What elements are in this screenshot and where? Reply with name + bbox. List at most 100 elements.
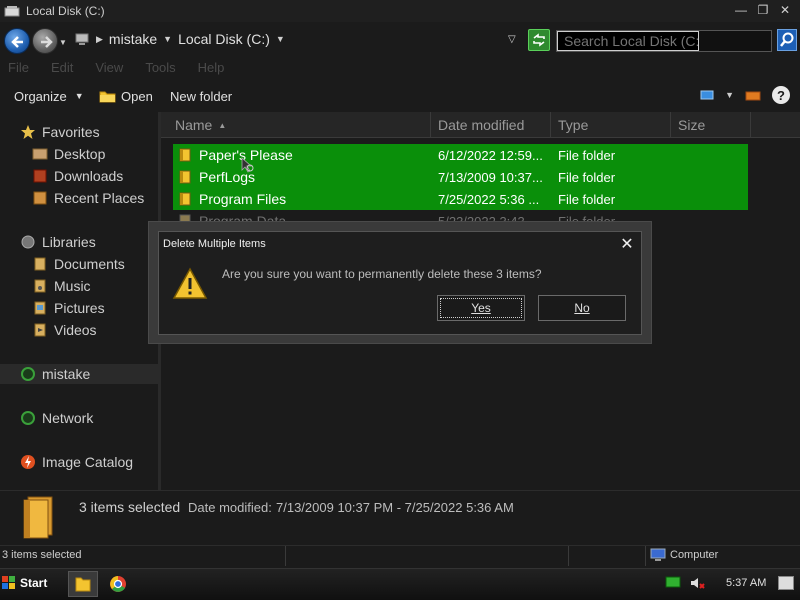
nav-libraries[interactable]: Libraries	[20, 232, 96, 252]
documents-icon	[34, 257, 46, 271]
search-input[interactable]	[557, 31, 699, 51]
nav-favorites[interactable]: Favorites	[20, 122, 100, 142]
recent-pages-dropdown[interactable]: ▼	[59, 38, 67, 47]
nav-recent-places[interactable]: Recent Places	[32, 188, 144, 208]
breadcrumb-local-disk[interactable]: Local Disk (C:)	[178, 31, 270, 47]
navigation-pane: Favorites Desktop Downloads Recent Place…	[0, 112, 158, 490]
folder-icon	[75, 577, 91, 592]
yes-button[interactable]: Yes	[437, 295, 525, 321]
column-header-name[interactable]: Name ▲	[161, 112, 431, 138]
organize-button[interactable]: Organize ▼	[14, 89, 84, 104]
file-name: PerfLogs	[199, 169, 256, 185]
search-button[interactable]	[777, 29, 797, 51]
status-location-label: Computer	[670, 549, 719, 561]
column-header-size[interactable]: Size	[671, 112, 751, 138]
nav-favorites-label: Favorites	[42, 124, 100, 140]
chrome-icon[interactable]	[108, 574, 128, 594]
back-button[interactable]	[4, 28, 30, 54]
explorer-app-icon	[4, 6, 20, 17]
forward-button[interactable]	[32, 28, 58, 54]
menu-tools[interactable]: Tools	[145, 60, 175, 80]
file-row[interactable]: Paper's Please 6/12/2022 12:59... File f…	[173, 144, 748, 166]
breadcrumb-separator[interactable]: ▶	[96, 34, 103, 45]
details-selection-count: 3 items selected	[79, 499, 181, 515]
folder-icon	[179, 170, 191, 184]
desktop-icon	[32, 148, 48, 160]
dialog-title: Delete Multiple Items	[163, 238, 266, 250]
file-row[interactable]: Program Files 7/25/2022 5:36 ... File fo…	[173, 188, 748, 210]
no-button[interactable]: No	[538, 295, 626, 321]
nav-downloads[interactable]: Downloads	[32, 166, 123, 186]
open-button[interactable]: Open	[99, 89, 153, 104]
nav-computer[interactable]: mistake	[0, 364, 158, 384]
nav-image-catalog[interactable]: Image Catalog	[20, 452, 133, 472]
help-icon[interactable]: ?	[772, 86, 790, 104]
downloads-icon	[33, 169, 47, 183]
breadcrumb-separator[interactable]: ▼	[276, 34, 285, 44]
status-selection-text: 3 items selected	[2, 549, 82, 561]
nav-music[interactable]: Music	[32, 276, 91, 296]
column-header-type[interactable]: Type	[551, 112, 671, 138]
nav-videos[interactable]: Videos	[32, 320, 97, 340]
folder-stack-icon	[23, 496, 53, 539]
dialog-close-button[interactable]: ✕	[618, 235, 636, 253]
videos-icon	[34, 323, 46, 337]
mouse-cursor-icon	[241, 157, 254, 173]
open-label: Open	[121, 88, 153, 104]
back-arrow-icon	[11, 36, 23, 48]
nav-desktop[interactable]: Desktop	[32, 144, 105, 164]
new-folder-label: New folder	[170, 88, 233, 104]
command-bar: Organize ▼ Open New folder ▼ ?	[0, 82, 800, 110]
close-button[interactable]: ✕	[776, 2, 794, 18]
file-type: File folder	[558, 169, 616, 185]
menu-bar: File Edit View Tools Help	[0, 60, 246, 80]
search-box[interactable]	[556, 30, 772, 52]
breadcrumb-separator[interactable]: ▼	[163, 34, 172, 44]
minimize-button[interactable]: —	[732, 2, 750, 18]
taskbar-explorer-button[interactable]	[68, 571, 98, 597]
column-header-date[interactable]: Date modified	[431, 112, 551, 138]
start-label: Start	[20, 576, 48, 590]
file-name: Paper's Please	[199, 147, 293, 163]
change-view-icon[interactable]	[699, 88, 715, 102]
start-button[interactable]: Start	[2, 571, 52, 595]
nav-image-catalog-label: Image Catalog	[42, 454, 134, 470]
network-status-icon[interactable]	[665, 576, 681, 590]
network-icon	[21, 411, 35, 425]
search-icon	[780, 32, 794, 47]
nav-desktop-label: Desktop	[54, 146, 106, 162]
address-history-dropdown[interactable]: ▽	[508, 34, 516, 45]
refresh-icon	[533, 33, 545, 47]
chevron-down-icon: ▼	[74, 91, 84, 101]
folder-icon	[179, 148, 191, 162]
nav-pictures[interactable]: Pictures	[32, 298, 105, 318]
maximize-button[interactable]: ❐	[754, 2, 772, 18]
menu-edit[interactable]: Edit	[51, 60, 73, 80]
nav-pictures-label: Pictures	[54, 300, 105, 316]
dialog-body: Delete Multiple Items ✕ Are you sure you…	[158, 231, 642, 335]
volume-muted-icon[interactable]	[689, 575, 705, 591]
view-options-dropdown[interactable]: ▼	[725, 90, 734, 100]
preview-pane-icon[interactable]	[744, 88, 762, 102]
menu-file[interactable]: File	[8, 60, 29, 80]
file-date: 6/12/2022 12:59...	[438, 147, 543, 163]
new-folder-button[interactable]: New folder	[170, 89, 232, 104]
nav-documents[interactable]: Documents	[32, 254, 125, 274]
menu-view[interactable]: View	[95, 60, 123, 80]
action-center-icon[interactable]	[778, 576, 794, 590]
nav-videos-label: Videos	[54, 322, 97, 338]
sort-ascending-icon: ▲	[218, 120, 227, 130]
taskbar-clock[interactable]: 5:37 AM	[726, 577, 766, 589]
file-type: File folder	[558, 191, 616, 207]
delete-confirmation-dialog: Delete Multiple Items ✕ Are you sure you…	[148, 221, 652, 344]
nav-network[interactable]: Network	[20, 408, 93, 428]
computer-icon	[650, 548, 666, 561]
breadcrumb-computer[interactable]: mistake	[109, 31, 157, 47]
details-date-value: 7/13/2009 10:37 PM - 7/25/2022 5:36 AM	[276, 500, 514, 515]
nav-computer-label: mistake	[42, 366, 91, 382]
menu-help[interactable]: Help	[198, 60, 225, 80]
nav-libraries-label: Libraries	[42, 234, 96, 250]
taskbar: Start 5:37 AM	[0, 568, 800, 600]
file-row[interactable]: PerfLogs 7/13/2009 10:37... File folder	[173, 166, 748, 188]
refresh-button[interactable]	[528, 29, 550, 51]
